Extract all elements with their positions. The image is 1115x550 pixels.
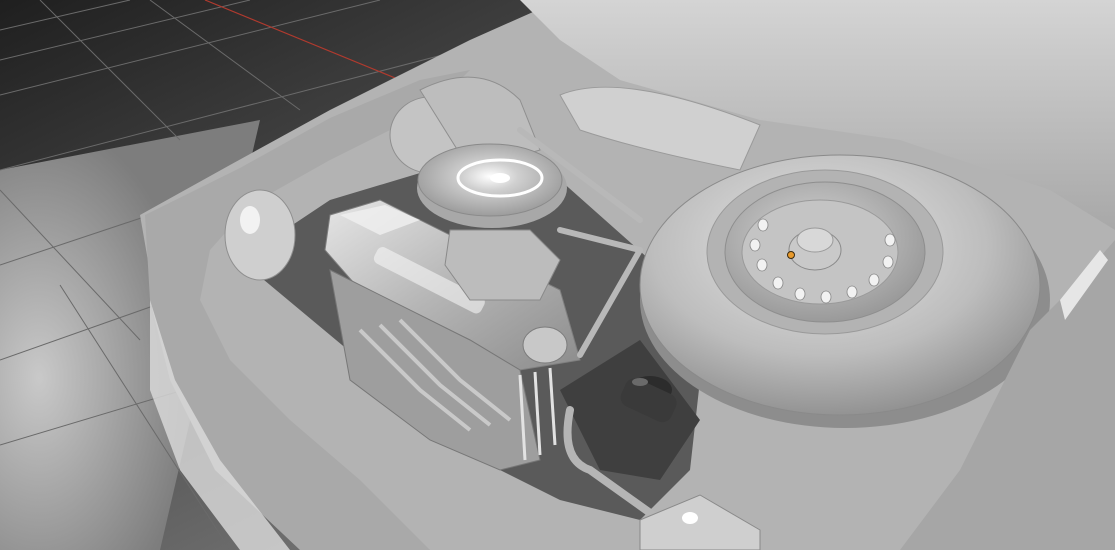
origin-point-icon[interactable] bbox=[787, 251, 795, 259]
wheel-rim-icon[interactable] bbox=[724, 181, 926, 323]
air-filter-icon[interactable] bbox=[417, 143, 567, 228]
viewport-canvas[interactable] bbox=[0, 0, 1115, 550]
strut-highlight bbox=[240, 206, 260, 234]
3d-viewport[interactable] bbox=[0, 0, 1115, 550]
headlight-highlight bbox=[682, 512, 698, 524]
strut-tower-left bbox=[224, 189, 296, 281]
